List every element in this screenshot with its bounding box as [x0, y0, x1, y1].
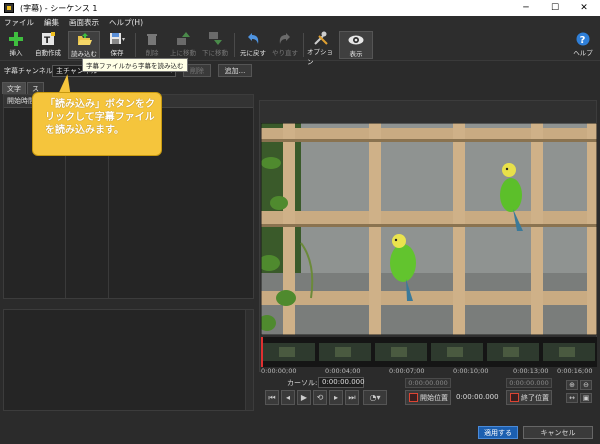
tick-label: 0:00:00;00: [261, 367, 297, 375]
undo-button[interactable]: 元に戻す: [238, 31, 268, 59]
go-to-end-button[interactable]: ⏭: [345, 390, 359, 405]
svg-text:?: ?: [580, 35, 586, 46]
trash-icon: [144, 31, 160, 46]
folder-open-icon: [76, 32, 92, 47]
title-bar: (字幕) - シーケンス 1 ─ ☐ ✕: [0, 0, 600, 16]
load-button[interactable]: 読み込む: [68, 31, 100, 59]
subtitle-text-editor[interactable]: [3, 309, 254, 411]
eye-icon: [348, 32, 364, 47]
previous-frame-icon: ◂: [285, 393, 290, 402]
end-marker-icon: [510, 393, 519, 402]
timeline-ruler: 0:00:00;00 0:00:04;00 0:00:07;00 0:00:10…: [261, 367, 597, 377]
timeline-filmstrip[interactable]: [261, 337, 597, 367]
move-up-icon: [175, 31, 191, 46]
apply-button[interactable]: 適用する: [478, 426, 518, 439]
video-preview: [261, 123, 597, 335]
move-down-icon: [207, 31, 223, 46]
app-icon: [4, 3, 14, 13]
floppy-disk-icon: ▾: [109, 31, 125, 46]
menu-file[interactable]: ファイル: [4, 17, 34, 28]
cursor-time-field[interactable]: 0:00:00.000: [318, 377, 365, 388]
minimize-button[interactable]: ─: [512, 0, 540, 16]
go-to-start-button[interactable]: ⏮: [265, 390, 279, 405]
next-frame-icon: ▸: [333, 393, 338, 402]
auto-create-button[interactable]: T 自動作成: [32, 31, 64, 59]
close-button[interactable]: ✕: [570, 0, 598, 16]
tab-text[interactable]: 文字: [2, 82, 26, 94]
cursor-label: カーソル:: [287, 379, 318, 387]
play-button[interactable]: ▶: [297, 390, 311, 405]
end-time-field[interactable]: 0:00:00.000: [506, 378, 552, 388]
window-title: (字幕) - シーケンス 1: [20, 3, 98, 13]
start-time-field[interactable]: 0:00:00.000: [405, 378, 451, 388]
menu-help[interactable]: ヘルプ(H): [109, 17, 143, 28]
tools-icon: [313, 31, 329, 45]
undo-icon: [245, 31, 261, 46]
redo-button[interactable]: やり直す: [270, 31, 300, 59]
insert-button[interactable]: 挿入: [4, 31, 28, 59]
redo-icon: [277, 31, 293, 46]
zoom-out-button[interactable]: ⊖: [580, 380, 592, 390]
cancel-button[interactable]: キャンセル: [523, 426, 593, 439]
menu-bar: ファイル 編集 画面表示 ヘルプ(H): [0, 16, 600, 29]
tick-label: 0:00:07;00: [389, 367, 425, 375]
tick-label: 0:00:10;00: [453, 367, 489, 375]
delete-button[interactable]: 削除: [140, 31, 164, 59]
plus-icon: [8, 31, 24, 46]
skip-end-icon: ⏭: [348, 392, 356, 402]
menu-view[interactable]: 画面表示: [69, 17, 99, 28]
display-button[interactable]: 表示: [339, 31, 373, 59]
maximize-button[interactable]: ☐: [541, 0, 569, 16]
zoom-in-icon: ⊕: [569, 381, 575, 389]
fit-width-icon: ↔: [569, 394, 575, 402]
load-tooltip: 字幕ファイルから字幕を読み込む: [82, 58, 188, 72]
loop-button[interactable]: ⟲: [313, 390, 327, 405]
tick-label: 0:00:13;00: [513, 367, 549, 375]
save-button[interactable]: ▾ 保存: [104, 31, 130, 59]
menu-edit[interactable]: 編集: [44, 17, 59, 28]
tick-label: 0:00:16;00: [557, 367, 593, 375]
fit-all-icon: ▣: [582, 394, 590, 402]
set-end-button[interactable]: 終了位置: [506, 390, 552, 405]
zoom-out-icon: ⊖: [583, 381, 589, 389]
zoom-in-button[interactable]: ⊕: [566, 380, 578, 390]
loop-icon: ⟲: [316, 393, 324, 402]
svg-text:▾: ▾: [122, 36, 125, 43]
play-icon: ▶: [300, 393, 308, 402]
move-up-button[interactable]: 上に移動: [168, 31, 198, 59]
duration-value: 0:00:00.000: [456, 393, 499, 401]
text-wizard-icon: T: [40, 31, 56, 46]
help-button[interactable]: ? ヘルプ: [570, 31, 596, 59]
channel-label: 字幕チャンネル:: [4, 67, 56, 75]
svg-text:T: T: [44, 36, 51, 46]
previous-frame-button[interactable]: ◂: [281, 390, 295, 405]
playback-speed-button[interactable]: ◔▾: [363, 390, 387, 405]
speed-dial-icon: ◔▾: [369, 393, 381, 402]
next-frame-button[interactable]: ▸: [329, 390, 343, 405]
instruction-callout: 「読み込み」ボタンをクリックして字幕ファイルを読み込みます。: [32, 92, 162, 156]
skip-start-icon: ⏮: [268, 392, 276, 402]
toolbar: 挿入 T 自動作成 読み込む ▾ 保存 削除 上に移動 下に移動 元に戻す やり…: [0, 29, 600, 66]
options-button[interactable]: オプション: [307, 31, 335, 66]
column-start-time[interactable]: 開始時間: [4, 96, 35, 106]
channel-add-button[interactable]: 追加...: [218, 64, 252, 77]
move-down-button[interactable]: 下に移動: [200, 31, 230, 59]
editor-scrollbar[interactable]: [245, 310, 253, 410]
fit-width-button[interactable]: ↔: [566, 393, 578, 403]
tick-label: 0:00:04;00: [325, 367, 361, 375]
help-icon: ?: [575, 31, 591, 46]
set-start-button[interactable]: 開始位置: [405, 390, 451, 405]
start-marker-icon: [409, 393, 418, 402]
fit-all-button[interactable]: ▣: [580, 393, 592, 403]
